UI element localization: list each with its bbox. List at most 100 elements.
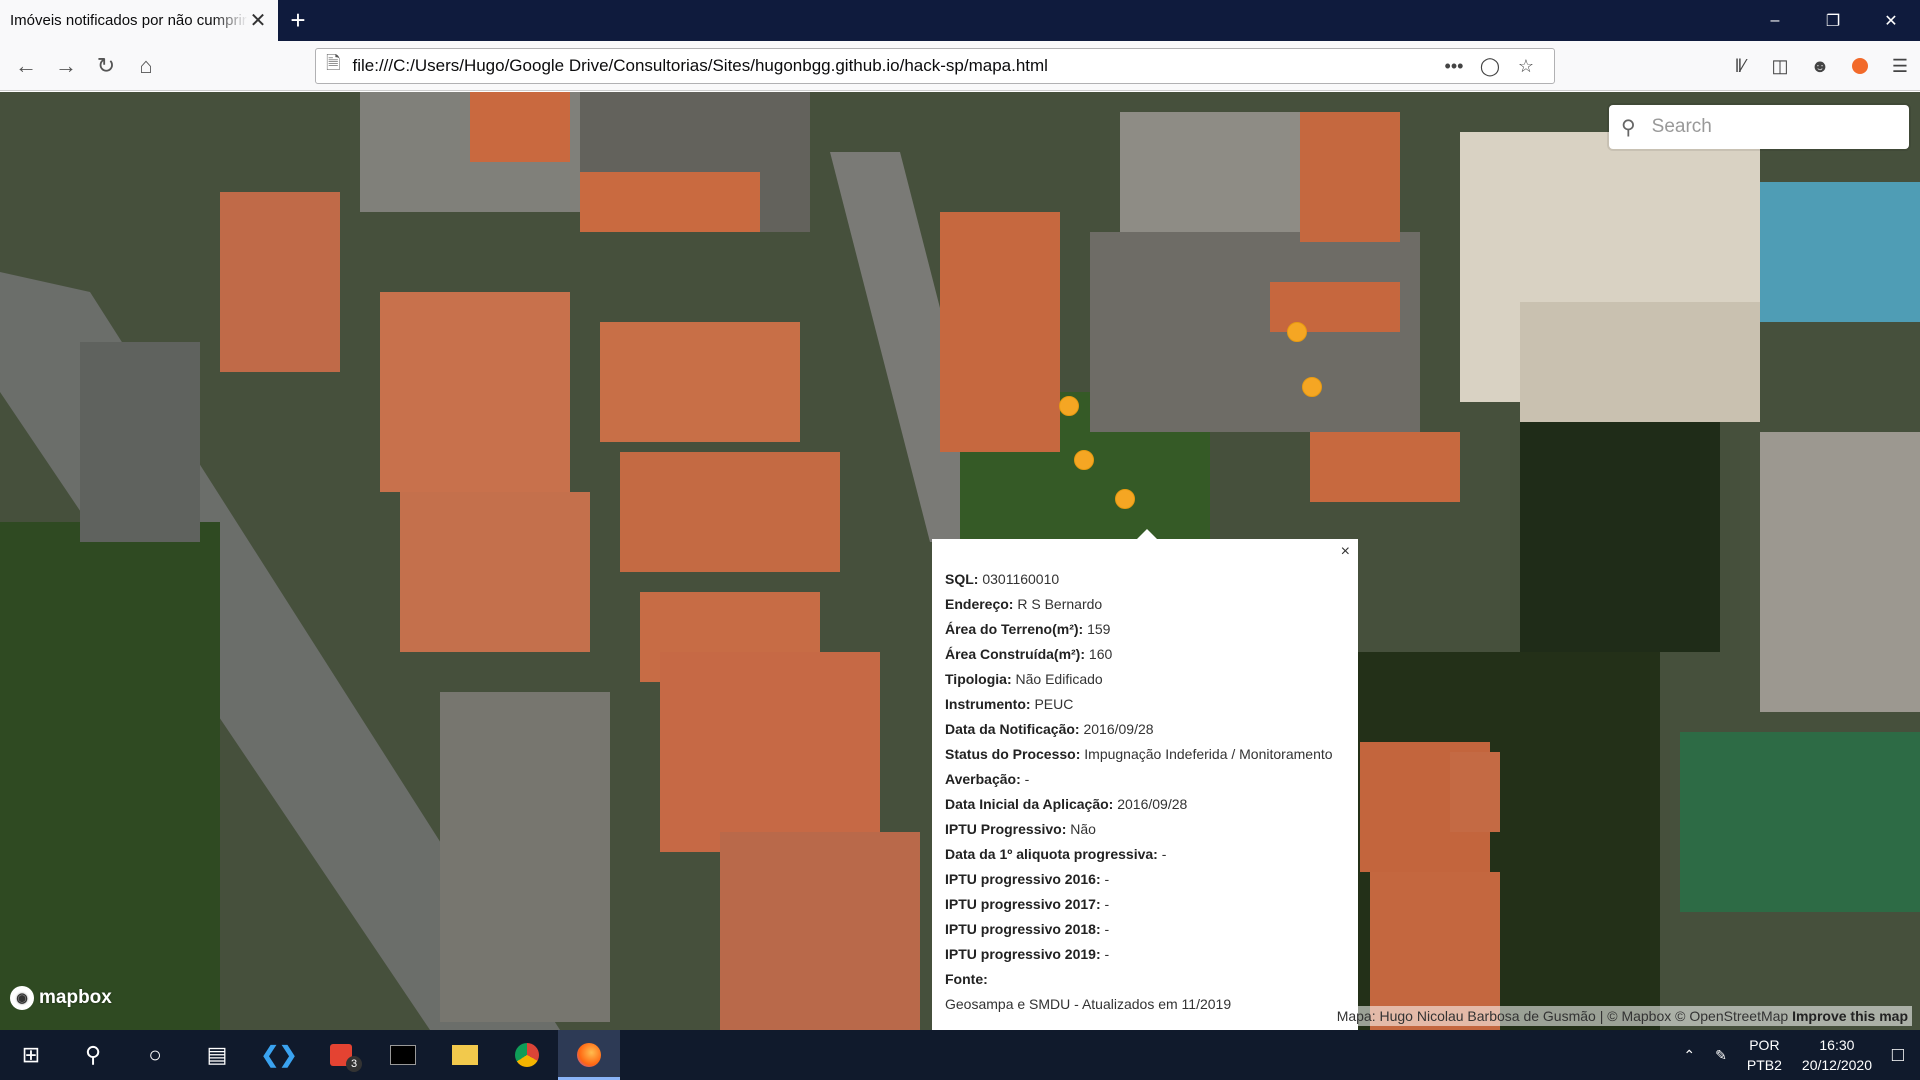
row-label: Data da Notificação: xyxy=(945,721,1080,737)
row-label: IPTU progressivo 2016: xyxy=(945,871,1101,887)
pen-icon[interactable]: ✎ xyxy=(1705,1045,1737,1065)
account-icon[interactable]: ☻ xyxy=(1800,46,1840,86)
row-value: - xyxy=(1104,871,1110,887)
library-icon[interactable]: ‖⁄ xyxy=(1720,46,1760,86)
system-tray: ⌃ ✎ POR PTB2 16:30 20/12/2020 □ xyxy=(1673,1030,1920,1080)
search-icon[interactable]: ⚲ xyxy=(62,1030,124,1080)
row-value: 0301160010 xyxy=(982,571,1060,587)
row-label: Status do Processo: xyxy=(945,746,1081,762)
map-attribution: Mapa: Hugo Nicolau Barbosa de Gusmão | ©… xyxy=(1332,1006,1912,1026)
row-label: Fonte: xyxy=(945,971,988,987)
row-value: Impugnação Indeferida / Monitoramento xyxy=(1084,746,1333,762)
row-label: Instrumento: xyxy=(945,696,1031,712)
tab-title: Imóveis notificados por não cumprir xyxy=(10,12,247,29)
new-tab-button[interactable]: + xyxy=(278,0,318,41)
task-view-icon[interactable]: ▤ xyxy=(186,1030,248,1080)
cortana-icon[interactable]: ○ xyxy=(124,1030,186,1080)
tray-chevron-icon[interactable]: ⌃ xyxy=(1673,1045,1705,1065)
row-value: - xyxy=(1104,946,1110,962)
firefox-icon[interactable] xyxy=(558,1030,620,1080)
page-icon: 🗎 xyxy=(326,53,341,73)
language-indicator[interactable]: POR PTB2 xyxy=(1737,1035,1792,1075)
menu-icon[interactable]: ☰ xyxy=(1880,46,1920,86)
row-label: IPTU Progressivo: xyxy=(945,821,1067,837)
notifications-icon[interactable]: □ xyxy=(1882,1045,1914,1065)
clock-time: 16:30 xyxy=(1819,1037,1855,1053)
popup-row: Tipologia: Não Edificado xyxy=(945,667,1346,692)
property-marker[interactable] xyxy=(1074,450,1094,470)
back-icon[interactable]: ← xyxy=(6,46,46,86)
browser-tab[interactable]: Imóveis notificados por não cumprir ✕ xyxy=(0,0,278,41)
row-value: 159 xyxy=(1087,621,1111,637)
vscode-icon[interactable]: ❮❯ xyxy=(248,1030,310,1080)
home-icon[interactable]: ⌂ xyxy=(126,46,166,86)
extension-icon[interactable] xyxy=(1840,46,1880,86)
clock[interactable]: 16:30 20/12/2020 xyxy=(1792,1035,1882,1075)
sidebar-icon[interactable]: ◫ xyxy=(1760,46,1800,86)
popup-row: Data da 1º aliquota progressiva: - xyxy=(945,842,1346,867)
todoist-icon[interactable]: 3 xyxy=(310,1030,372,1080)
restore-button[interactable]: ❐ xyxy=(1804,0,1862,41)
popup-row: Endereço: R S Bernardo xyxy=(945,592,1346,617)
url-text[interactable]: file:///C:/Users/Hugo/Google Drive/Consu… xyxy=(352,56,1436,76)
popup-row: SQL: 0301160010 xyxy=(945,567,1346,592)
row-value: 160 xyxy=(1088,646,1113,662)
map-canvas[interactable]: ⚲ × SQL: 0301160010 Endereço: R S Bernar… xyxy=(0,92,1920,1030)
forward-icon[interactable]: → xyxy=(46,46,86,86)
page-actions-icon[interactable]: ••• xyxy=(1436,56,1472,77)
row-label: SQL: xyxy=(945,571,979,587)
close-window-button[interactable]: ✕ xyxy=(1862,0,1920,41)
attribution-text[interactable]: Mapa: Hugo Nicolau Barbosa de Gusmão | ©… xyxy=(1337,1008,1789,1024)
clock-date: 20/12/2020 xyxy=(1801,1057,1872,1073)
popup-row: IPTU progressivo 2018: - xyxy=(945,917,1346,942)
popup-close-button[interactable]: × xyxy=(1341,543,1350,561)
property-popup: × SQL: 0301160010 Endereço: R S Bernardo… xyxy=(932,529,1358,1030)
url-bar[interactable]: 🗎 file:///C:/Users/Hugo/Google Drive/Con… xyxy=(315,48,1555,84)
windows-start-icon[interactable]: ⊞ xyxy=(0,1030,62,1080)
popup-row: IPTU progressivo 2016: - xyxy=(945,867,1346,892)
row-value: 2016/09/28 xyxy=(1117,796,1188,812)
tab-close-icon[interactable]: ✕ xyxy=(248,8,268,33)
lang-top: POR xyxy=(1749,1037,1780,1053)
popup-row: Data Inicial da Aplicação: 2016/09/28 xyxy=(945,792,1346,817)
minimize-button[interactable]: – xyxy=(1746,0,1804,41)
popup-row: Status do Processo: Impugnação Indeferid… xyxy=(945,742,1346,767)
property-marker[interactable] xyxy=(1059,396,1079,416)
popup-row: Área Construída(m²): 160 xyxy=(945,642,1346,667)
chrome-icon[interactable] xyxy=(496,1030,558,1080)
window-controls: – ❐ ✕ xyxy=(1746,0,1920,41)
bookmark-star-icon[interactable]: ☆ xyxy=(1508,56,1544,77)
row-label: IPTU progressivo 2017: xyxy=(945,896,1101,912)
browser-nav-bar: ← → ↻ ⌂ 🗎 file:///C:/Users/Hugo/Google D… xyxy=(0,41,1920,91)
reload-icon[interactable]: ↻ xyxy=(86,46,126,86)
toolbar-right: ‖⁄ ◫ ☻ ☰ xyxy=(1720,41,1920,91)
property-marker[interactable] xyxy=(1115,489,1135,509)
popup-source: Geosampa e SMDU - Atualizados em 11/2019 xyxy=(945,996,1232,1012)
popup-row: Fonte: xyxy=(945,967,1346,992)
terminal-icon[interactable] xyxy=(372,1030,434,1080)
mapbox-logo[interactable]: ◉ mapbox xyxy=(10,986,112,1010)
row-label: Averbação: xyxy=(945,771,1021,787)
row-value: Não xyxy=(1070,821,1096,837)
improve-map-link[interactable]: Improve this map xyxy=(1792,1008,1908,1024)
todoist-badge: 3 xyxy=(346,1056,362,1072)
row-value: - xyxy=(1104,921,1110,937)
row-value: PEUC xyxy=(1034,696,1074,712)
row-value: - xyxy=(1024,771,1030,787)
popup-row: IPTU progressivo 2019: - xyxy=(945,942,1346,967)
row-value: Não Edificado xyxy=(1015,671,1103,687)
search-input[interactable] xyxy=(1649,115,1880,139)
property-marker[interactable] xyxy=(1287,322,1307,342)
popup-row: Averbação: - xyxy=(945,767,1346,792)
popup-tip xyxy=(1137,529,1157,539)
row-label: Área Construída(m²): xyxy=(945,646,1086,662)
row-value: R S Bernardo xyxy=(1017,596,1103,612)
browser-tab-bar: Imóveis notificados por não cumprir ✕ + … xyxy=(0,0,1920,41)
pocket-icon[interactable]: ◯ xyxy=(1472,56,1508,77)
popup-row: Instrumento: PEUC xyxy=(945,692,1346,717)
popup-row: IPTU Progressivo: Não xyxy=(945,817,1346,842)
file-explorer-icon[interactable] xyxy=(434,1030,496,1080)
property-marker[interactable] xyxy=(1302,377,1322,397)
row-label: Endereço: xyxy=(945,596,1014,612)
map-search-box: ⚲ xyxy=(1609,105,1909,149)
